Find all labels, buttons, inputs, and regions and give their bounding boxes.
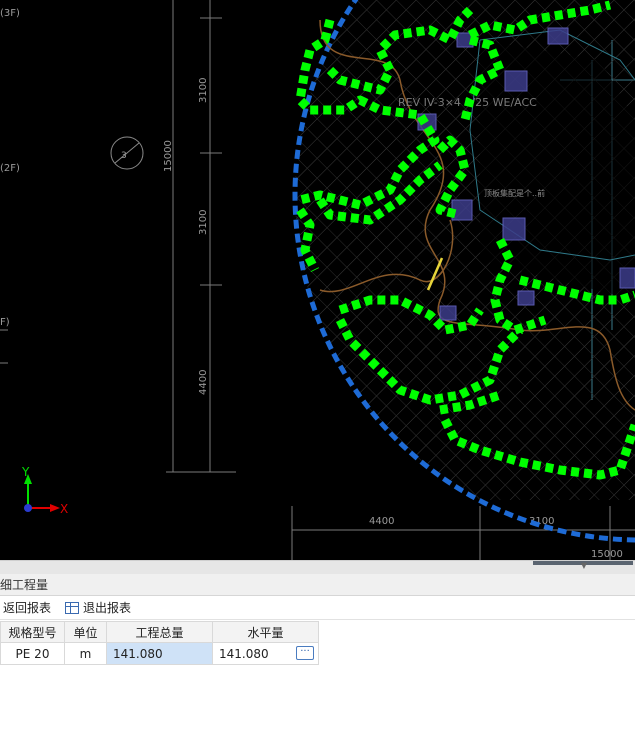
back-to-report-button[interactable]: 返回报表: [3, 599, 51, 616]
report-toolbar: 返回报表 退出报表: [0, 596, 635, 620]
table-row[interactable]: PE 20 m 141.080 141.080 ···: [0, 642, 319, 665]
quantity-table: 规格型号 单位 工程总量 水平量 PE 20 m 141.080 141.080…: [0, 621, 319, 665]
table-icon: [65, 601, 80, 614]
header-horizontal[interactable]: 水平量: [212, 621, 319, 643]
dropdown-arrow-icon[interactable]: ▼: [581, 562, 587, 570]
dim-15000-vertical: 15000: [163, 140, 174, 172]
axis-marker-label: 3: [121, 151, 127, 161]
floor-label-3f: (3F): [0, 8, 20, 19]
report-panel: 细工程量 返回报表 退出报表 规格型号 单位 工程总量 水平量 PE 20 m …: [0, 574, 635, 752]
small-note: 顶板集配是个..前: [484, 188, 545, 198]
floor-label-1f: F): [0, 317, 10, 328]
cell-horizontal[interactable]: 141.080 ···: [212, 642, 319, 665]
cad-drawing[interactable]: 3 3100 15000 3100 4400 4400 3100 15000 (…: [0, 0, 635, 560]
panel-title: 细工程量: [0, 574, 635, 596]
exit-report-button[interactable]: 退出报表: [65, 599, 131, 616]
table-header-row: 规格型号 单位 工程总量 水平量: [0, 621, 319, 643]
cell-spec[interactable]: PE 20: [0, 642, 65, 665]
cell-unit[interactable]: m: [64, 642, 107, 665]
header-spec[interactable]: 规格型号: [0, 621, 65, 643]
viewport-scrollbar[interactable]: ▼: [0, 560, 635, 574]
dim-15000-horizontal: 15000: [591, 549, 623, 560]
cad-viewport[interactable]: 3 3100 15000 3100 4400 4400 3100 15000 (…: [0, 0, 635, 560]
cell-total[interactable]: 141.080: [106, 642, 213, 665]
ucs-y-label: Y: [21, 465, 30, 479]
ucs-icon: Y X: [21, 465, 68, 516]
exit-report-label: 退出报表: [83, 601, 132, 615]
header-total[interactable]: 工程总量: [106, 621, 213, 643]
cell-horizontal-value: 141.080: [219, 646, 269, 661]
dim-4400-horizontal: 4400: [369, 516, 394, 527]
header-unit[interactable]: 单位: [64, 621, 107, 643]
floor-label-2f: (2F): [0, 163, 20, 174]
back-to-report-label: 返回报表: [3, 601, 52, 615]
more-options-button[interactable]: ···: [296, 646, 314, 660]
ucs-x-label: X: [60, 502, 68, 516]
dim-3100-mid: 3100: [198, 210, 209, 235]
dim-4400-vertical: 4400: [198, 370, 209, 395]
axis-marker: 3: [110, 136, 144, 170]
dim-3100-top: 3100: [198, 78, 209, 103]
